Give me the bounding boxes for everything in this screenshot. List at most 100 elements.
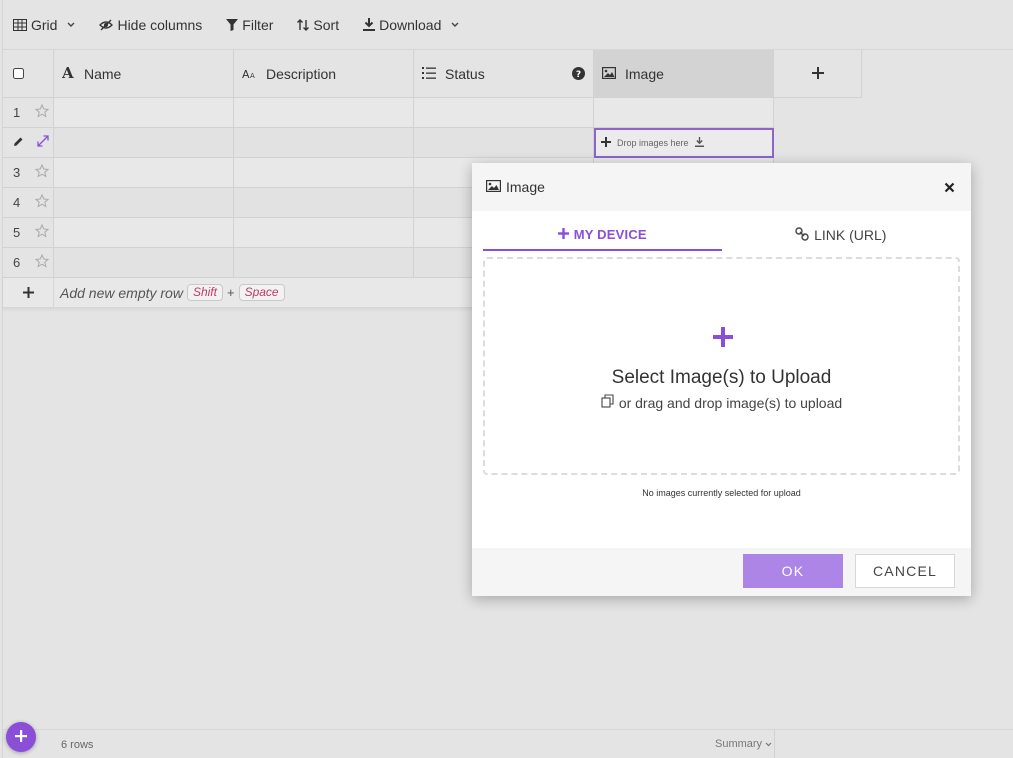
add-column-button[interactable] xyxy=(774,50,862,98)
toolbar: Grid Hide columns Filter Sort Download xyxy=(3,0,1013,50)
download-label: Download xyxy=(379,16,442,33)
pencil-icon[interactable] xyxy=(13,135,24,150)
star-icon[interactable] xyxy=(34,223,50,241)
upload-subtitle: or drag and drop image(s) to upload xyxy=(485,394,958,411)
filter-button[interactable]: Filter xyxy=(226,17,273,33)
star-icon[interactable] xyxy=(34,163,50,181)
eye-slash-icon xyxy=(99,19,114,31)
close-icon[interactable] xyxy=(944,180,955,196)
cell-name[interactable] xyxy=(54,218,234,248)
plus-icon xyxy=(22,285,34,301)
chevron-down-icon xyxy=(451,22,459,28)
checkbox-icon[interactable] xyxy=(13,66,24,82)
hide-columns-label: Hide columns xyxy=(117,16,203,33)
svg-text:?: ? xyxy=(576,70,581,80)
tab-label: MY DEVICE xyxy=(573,226,647,242)
upload-source-tabs: MY DEVICE LINK (URL) xyxy=(483,219,960,251)
question-circle-icon[interactable]: ? xyxy=(572,67,585,83)
cell-description[interactable] xyxy=(234,188,414,218)
plus-icon xyxy=(811,66,824,82)
list-icon xyxy=(422,66,436,82)
row-number: 3 xyxy=(13,165,21,180)
row-number-cell[interactable]: 1 xyxy=(3,98,54,128)
upload-subtitle-text: or drag and drop image(s) to upload xyxy=(618,394,843,411)
cell-image-drop-target[interactable]: Drop images here xyxy=(594,128,774,158)
star-icon[interactable] xyxy=(34,193,50,211)
fab-add-button[interactable] xyxy=(6,722,36,752)
table-row[interactable]: 1 xyxy=(3,98,774,128)
tab-label: LINK (URL) xyxy=(814,227,887,243)
plus-icon xyxy=(557,227,569,242)
download-icon xyxy=(363,18,376,31)
cell-name[interactable] xyxy=(54,188,234,218)
column-header-image[interactable]: Image xyxy=(594,50,774,98)
image-upload-dialog: Image MY DEVICE LINK (URL) Select Image(… xyxy=(472,163,971,596)
expand-icon[interactable] xyxy=(37,135,49,150)
cancel-button[interactable]: CANCEL xyxy=(855,554,955,588)
column-label: Description xyxy=(266,65,337,82)
select-all-checkbox-cell[interactable] xyxy=(3,50,54,98)
chevron-down-icon xyxy=(765,738,772,750)
cell-name[interactable] xyxy=(54,158,234,188)
row-number: 1 xyxy=(13,105,21,120)
upload-dropzone[interactable]: Select Image(s) to Upload or drag and dr… xyxy=(483,257,960,475)
image-icon xyxy=(602,66,617,82)
column-header-name[interactable]: A Name xyxy=(54,50,234,98)
cell-description[interactable] xyxy=(234,218,414,248)
tab-my-device[interactable]: MY DEVICE xyxy=(483,219,722,251)
text-a-icon: A xyxy=(61,64,75,82)
svg-text:A: A xyxy=(62,66,74,79)
grid-icon xyxy=(13,18,27,31)
svg-text:A: A xyxy=(250,72,255,79)
copy-icon xyxy=(601,394,615,411)
column-header-status[interactable]: Status ? xyxy=(414,50,594,98)
star-icon[interactable] xyxy=(34,253,50,271)
row-number-cell[interactable] xyxy=(3,128,54,158)
cell-description[interactable] xyxy=(234,98,414,128)
add-row-button[interactable] xyxy=(3,277,54,308)
svg-text:A: A xyxy=(242,68,250,79)
cell-status[interactable] xyxy=(414,128,594,158)
cell-name[interactable] xyxy=(54,128,234,158)
filter-icon xyxy=(226,18,239,31)
cell-name[interactable] xyxy=(54,248,234,278)
sort-icon xyxy=(297,18,310,31)
table-row[interactable]: Drop images here xyxy=(3,128,774,158)
no-images-note: No images currently selected for upload xyxy=(642,488,801,498)
cell-description[interactable] xyxy=(234,158,414,188)
row-number-cell[interactable]: 6 xyxy=(3,248,54,278)
column-header-description[interactable]: AA Description xyxy=(234,50,414,98)
download-icon xyxy=(694,137,704,149)
cell-name[interactable] xyxy=(54,98,234,128)
tab-link-url[interactable]: LINK (URL) xyxy=(722,219,961,251)
shortcut-key-space: Space xyxy=(238,284,285,301)
footer-divider xyxy=(774,730,775,758)
sort-label: Sort xyxy=(313,16,340,33)
download-button[interactable]: Download xyxy=(363,17,459,33)
cell-status[interactable] xyxy=(414,98,594,128)
filter-label: Filter xyxy=(242,16,274,33)
row-number-cell[interactable]: 4 xyxy=(3,188,54,218)
cell-description[interactable] xyxy=(234,128,414,158)
row-number-cell[interactable]: 5 xyxy=(3,218,54,248)
summary-dropdown[interactable]: Summary xyxy=(715,738,772,750)
dialog-footer: OK CANCEL xyxy=(472,548,971,596)
grid-view-button[interactable]: Grid xyxy=(13,17,75,33)
row-count: 6 rows xyxy=(61,739,94,751)
header-row: A Name AA Description Status ? Image xyxy=(3,50,862,98)
text-aa-icon: AA xyxy=(242,66,257,82)
cell-description[interactable] xyxy=(234,248,414,278)
star-icon[interactable] xyxy=(34,103,50,121)
drop-images-text: Drop images here xyxy=(617,138,689,148)
plus-icon xyxy=(713,327,733,350)
column-label: Name xyxy=(84,65,122,82)
cell-image[interactable] xyxy=(594,98,774,128)
add-row-bar[interactable]: Add new empty row Shift + Space xyxy=(3,277,473,308)
row-number-cell[interactable]: 3 xyxy=(3,158,54,188)
image-icon xyxy=(486,179,502,195)
hide-columns-button[interactable]: Hide columns xyxy=(99,17,202,33)
row-number: 6 xyxy=(13,255,21,270)
sort-button[interactable]: Sort xyxy=(297,17,339,33)
ok-button[interactable]: OK xyxy=(743,554,843,588)
summary-label: Summary xyxy=(715,738,763,750)
